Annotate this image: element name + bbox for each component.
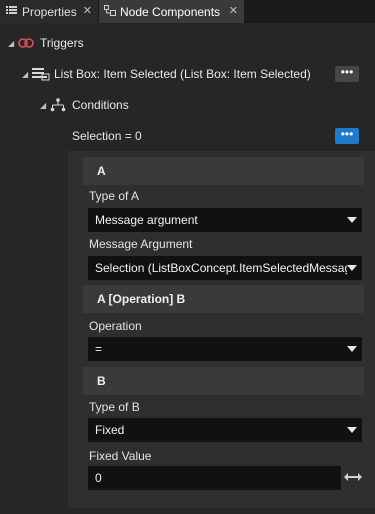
list-icon: [6, 5, 18, 18]
type-of-a-select[interactable]: Message argument: [88, 208, 362, 232]
close-icon[interactable]: ✕: [229, 4, 238, 17]
type-of-b-select[interactable]: Fixed: [88, 418, 362, 442]
chevron-down-icon: [347, 346, 357, 352]
horizontal-resize-icon[interactable]: [344, 471, 362, 485]
fixed-value-text: 0: [95, 471, 102, 485]
tab-node-components[interactable]: Node Components ✕: [99, 0, 244, 23]
node-components-panel: ◢ Triggers ◢ List Box: Item Selected (Li…: [0, 23, 375, 514]
condition-label: Selection = 0: [72, 129, 142, 143]
tab-node-components-label: Node Components: [120, 4, 221, 19]
section-b-title: B: [97, 374, 106, 388]
section-a-title: A: [97, 164, 106, 178]
chevron-down-icon: [347, 217, 357, 223]
operation-select[interactable]: =: [88, 337, 362, 361]
section-operation-header: A [Operation] B: [83, 285, 364, 313]
trigger-item-label: List Box: Item Selected (List Box: Item …: [54, 67, 311, 81]
list-box-icon: [32, 67, 50, 81]
triggers-row[interactable]: ◢ Triggers: [8, 32, 84, 54]
section-b-header: B: [83, 367, 364, 395]
fixed-value-label: Fixed Value: [89, 449, 152, 463]
section-operation-title: A [Operation] B: [97, 292, 186, 306]
trigger-menu-button[interactable]: •••: [335, 66, 359, 82]
tab-properties[interactable]: Properties ✕: [0, 0, 98, 23]
conditions-icon: [50, 98, 66, 112]
triggers-label: Triggers: [40, 36, 84, 50]
expand-arrow-icon[interactable]: ◢: [22, 70, 32, 79]
condition-item[interactable]: Selection = 0: [72, 125, 142, 147]
trigger-item-row[interactable]: ◢ List Box: Item Selected (List Box: Ite…: [22, 63, 311, 85]
type-of-b-label: Type of B: [89, 400, 140, 414]
conditions-row[interactable]: ◢ Conditions: [40, 94, 129, 116]
tab-bar: Properties ✕ Node Components ✕: [0, 0, 375, 23]
chevron-down-icon: [347, 427, 357, 433]
message-argument-select[interactable]: Selection (ListBoxConcept.ItemSelectedMe…: [88, 256, 362, 280]
expand-arrow-icon[interactable]: ◢: [8, 39, 18, 48]
tab-properties-label: Properties: [22, 4, 77, 19]
section-a-header: A: [83, 157, 364, 185]
expand-arrow-icon[interactable]: ◢: [40, 101, 50, 110]
message-argument-label: Message Argument: [89, 237, 193, 251]
operation-label: Operation: [89, 319, 142, 333]
chevron-down-icon: [347, 265, 357, 271]
trigger-icon: [18, 36, 34, 50]
type-of-a-label: Type of A: [89, 189, 140, 203]
operation-value: =: [95, 342, 103, 356]
fixed-value-input[interactable]: 0: [88, 466, 341, 490]
condition-menu-button[interactable]: •••: [335, 128, 359, 144]
type-of-b-value: Fixed: [95, 423, 125, 437]
node-components-icon: [104, 4, 116, 19]
type-of-a-value: Message argument: [95, 213, 198, 227]
close-icon[interactable]: ✕: [83, 4, 92, 17]
conditions-label: Conditions: [72, 98, 129, 112]
message-argument-value: Selection (ListBoxConcept.ItemSelectedMe…: [95, 261, 347, 275]
